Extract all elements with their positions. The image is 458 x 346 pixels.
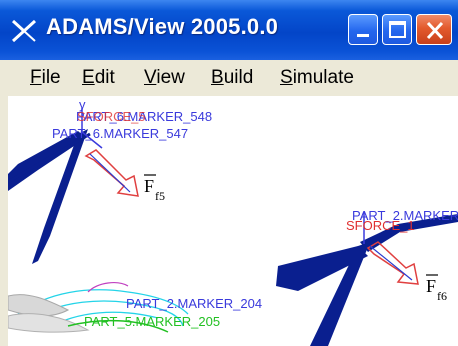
force-f6-subscript: f6 — [437, 289, 447, 303]
maximize-icon — [389, 21, 406, 38]
menu-simulate[interactable]: Simulate — [280, 67, 354, 89]
marker-204-label[interactable]: PART_2.MARKER_204 — [126, 296, 262, 311]
force-arrow-f6[interactable] — [366, 241, 419, 285]
menu-file[interactable]: File — [30, 67, 61, 89]
close-icon — [426, 21, 444, 40]
minimize-button[interactable] — [348, 14, 378, 45]
force-arrow-f5[interactable] — [84, 149, 139, 197]
menu-bar: File Edit View Build Simulate — [0, 60, 458, 94]
minimize-icon — [357, 34, 369, 37]
model-graphics: y PART_6.MARKER_548 SFORCE_5 PART_6.MARK… — [8, 97, 458, 346]
force-f5-label: F — [144, 176, 154, 196]
menu-edit[interactable]: Edit — [82, 67, 115, 89]
application-window: ADAMS/View 2005.0.0 File Edit View Build… — [0, 0, 458, 346]
force-f6-label: F — [426, 276, 436, 296]
model-viewport[interactable]: y PART_6.MARKER_548 SFORCE_5 PART_6.MARK… — [8, 96, 458, 346]
menu-build[interactable]: Build — [211, 67, 253, 89]
maximize-button[interactable] — [382, 14, 412, 45]
sforce-left-label: SFORCE_5 — [77, 109, 146, 124]
window-title: ADAMS/View 2005.0.0 — [46, 14, 279, 39]
marker-547-label[interactable]: PART_6.MARKER_547 — [52, 126, 188, 141]
marker-right-label[interactable]: PART_2.MARKER — [352, 208, 458, 223]
menu-view[interactable]: View — [144, 67, 185, 89]
close-button[interactable] — [416, 14, 452, 45]
adams-app-icon[interactable] — [10, 18, 38, 44]
title-bar[interactable]: ADAMS/View 2005.0.0 — [0, 0, 458, 60]
marker-205-label[interactable]: PART_5.MARKER_205 — [84, 314, 220, 329]
force-f5-subscript: f5 — [155, 189, 165, 203]
